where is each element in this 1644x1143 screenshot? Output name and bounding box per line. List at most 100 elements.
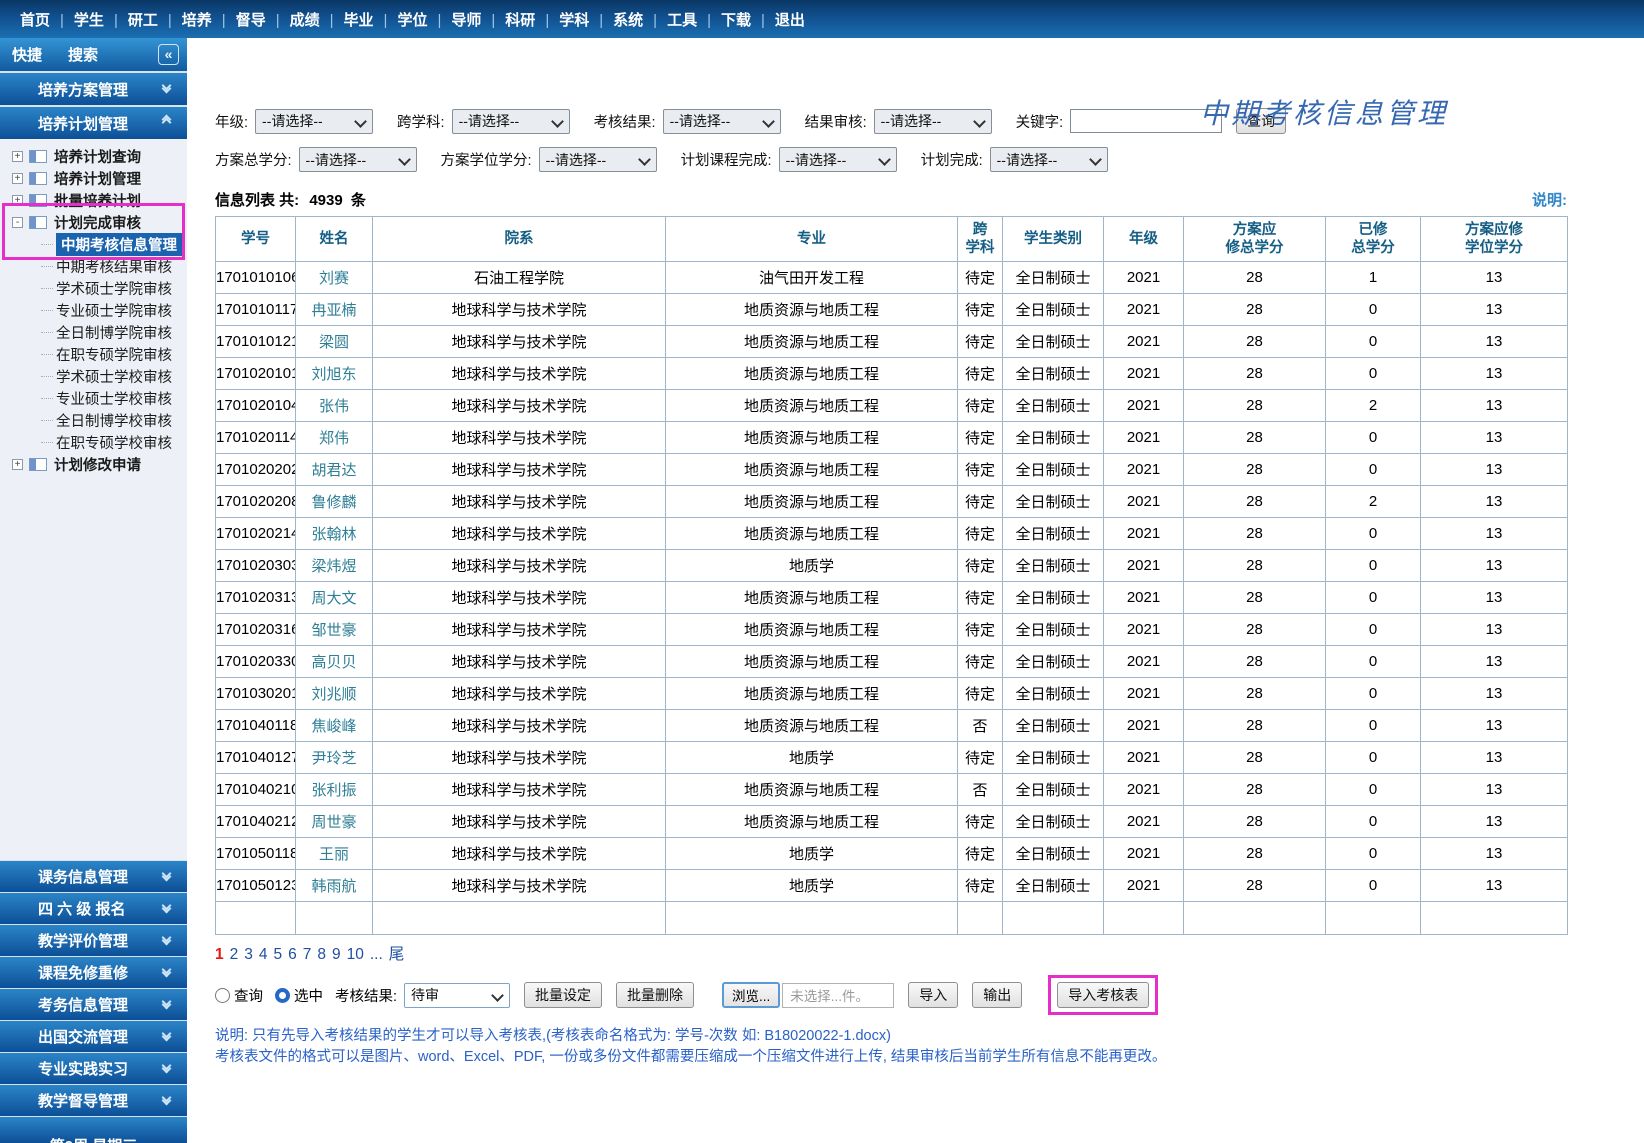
- filter-select-control[interactable]: --请选择--: [874, 109, 992, 134]
- column-header[interactable]: 院系: [373, 217, 666, 262]
- nav-item-10[interactable]: 科研: [499, 12, 541, 29]
- expand-icon[interactable]: +: [12, 173, 23, 184]
- cell-name[interactable]: 刘赛: [296, 262, 373, 294]
- nav-item-1[interactable]: 首页: [14, 12, 56, 29]
- tree-item-培养计划管理[interactable]: +培养计划管理: [0, 168, 187, 189]
- tree-item-批量培养计划[interactable]: +批量培养计划: [0, 190, 187, 211]
- expand-icon[interactable]: +: [12, 195, 23, 206]
- page-link-2[interactable]: 2: [230, 946, 239, 963]
- cell-name[interactable]: 张伟: [296, 390, 373, 422]
- batch-delete-button[interactable]: 批量删除: [616, 982, 694, 1008]
- page-link-5[interactable]: 5: [274, 946, 283, 963]
- cell-name[interactable]: 鲁修麟: [296, 486, 373, 518]
- cell-name[interactable]: 高贝贝: [296, 646, 373, 678]
- sidebar-collapse-icon[interactable]: «: [158, 44, 179, 65]
- tree-item-全日制博学院审核[interactable]: 全日制博学院审核: [0, 322, 187, 343]
- nav-item-14[interactable]: 下载: [715, 12, 757, 29]
- column-header[interactable]: 学号: [216, 217, 296, 262]
- filter-select-control[interactable]: --请选择--: [539, 147, 657, 172]
- tree-item-中期考核信息管理[interactable]: 中期考核信息管理: [0, 234, 187, 255]
- import-assessment-form-button[interactable]: 导入考核表: [1057, 982, 1149, 1008]
- tree-item-培养计划查询[interactable]: +培养计划查询: [0, 146, 187, 167]
- page-link-4[interactable]: 4: [259, 946, 268, 963]
- nav-item-4[interactable]: 培养: [176, 12, 218, 29]
- cell-name[interactable]: 刘旭东: [296, 358, 373, 390]
- page-link-10[interactable]: 10: [347, 946, 364, 963]
- filter-select-control[interactable]: --请选择--: [990, 147, 1108, 172]
- column-header[interactable]: 跨 学科: [958, 217, 1003, 262]
- nav-item-8[interactable]: 学位: [391, 12, 433, 29]
- sidebar-section-plan-mgmt[interactable]: 培养计划管理: [0, 107, 187, 139]
- tree-item-专业硕士学校审核[interactable]: 专业硕士学校审核: [0, 388, 187, 409]
- batch-set-button[interactable]: 批量设定: [524, 982, 602, 1008]
- nav-item-12[interactable]: 系统: [607, 12, 649, 29]
- column-header[interactable]: 年级: [1104, 217, 1184, 262]
- tree-item-计划完成审核[interactable]: -计划完成审核: [0, 212, 187, 233]
- radio-selected-label[interactable]: 选中: [294, 985, 323, 1006]
- nav-item-9[interactable]: 导师: [445, 12, 487, 29]
- help-link[interactable]: 说明:: [1532, 189, 1567, 210]
- column-header[interactable]: 专业: [666, 217, 958, 262]
- cell-name[interactable]: 韩雨航: [296, 870, 373, 902]
- radio-query[interactable]: [215, 988, 230, 1003]
- page-link-1[interactable]: 1: [215, 946, 224, 963]
- cell-name[interactable]: 胡君达: [296, 454, 373, 486]
- page-link-6[interactable]: 6: [288, 946, 297, 963]
- nav-item-5[interactable]: 督导: [230, 12, 272, 29]
- column-header[interactable]: 方案应 修总学分: [1184, 217, 1326, 262]
- cell-name[interactable]: 郑伟: [296, 422, 373, 454]
- cell-name[interactable]: 王丽: [296, 838, 373, 870]
- page-link-7[interactable]: 7: [303, 946, 312, 963]
- filter-select-control[interactable]: --请选择--: [663, 109, 781, 134]
- cell-name[interactable]: 刘兆顺: [296, 678, 373, 710]
- cell-name[interactable]: 邹世豪: [296, 614, 373, 646]
- cell-name[interactable]: 周大文: [296, 582, 373, 614]
- sidebar-section-四 六 级 报名[interactable]: 四 六 级 报名: [0, 893, 187, 924]
- nav-item-7[interactable]: 毕业: [338, 12, 380, 29]
- browse-button[interactable]: 浏览...: [722, 982, 780, 1008]
- radio-selected[interactable]: [275, 988, 290, 1003]
- sidebar-section-出国交流管理[interactable]: 出国交流管理: [0, 1021, 187, 1052]
- sidebar-section-考务信息管理[interactable]: 考务信息管理: [0, 989, 187, 1020]
- result-select-control[interactable]: 待审: [404, 983, 510, 1008]
- collapse-icon[interactable]: -: [12, 217, 23, 228]
- cell-name[interactable]: 张利振: [296, 774, 373, 806]
- cell-name[interactable]: 周世豪: [296, 806, 373, 838]
- nav-item-3[interactable]: 研工: [122, 12, 164, 29]
- filter-select-control[interactable]: --请选择--: [255, 109, 373, 134]
- page-link-9[interactable]: 9: [332, 946, 341, 963]
- nav-item-15[interactable]: 退出: [769, 12, 811, 29]
- sidebar-section-教学督导管理[interactable]: 教学督导管理: [0, 1085, 187, 1116]
- cell-name[interactable]: 梁圆: [296, 326, 373, 358]
- radio-query-label[interactable]: 查询: [234, 985, 263, 1006]
- filter-select-control[interactable]: --请选择--: [452, 109, 570, 134]
- cell-name[interactable]: 冉亚楠: [296, 294, 373, 326]
- search-label[interactable]: 搜索: [68, 44, 98, 65]
- export-button[interactable]: 输出: [972, 982, 1022, 1008]
- page-link-3[interactable]: 3: [244, 946, 253, 963]
- tree-item-全日制博学校审核[interactable]: 全日制博学校审核: [0, 410, 187, 431]
- expand-icon[interactable]: +: [12, 151, 23, 162]
- sidebar-section-课务信息管理[interactable]: 课务信息管理: [0, 861, 187, 892]
- quick-label[interactable]: 快捷: [12, 44, 42, 65]
- tree-item-学术硕士学校审核[interactable]: 学术硕士学校审核: [0, 366, 187, 387]
- cell-name[interactable]: 焦峻峰: [296, 710, 373, 742]
- tree-item-在职专硕学院审核[interactable]: 在职专硕学院审核: [0, 344, 187, 365]
- tree-item-专业硕士学院审核[interactable]: 专业硕士学院审核: [0, 300, 187, 321]
- page-link-8[interactable]: 8: [317, 946, 326, 963]
- cell-name[interactable]: 尹玲芝: [296, 742, 373, 774]
- tree-item-学术硕士学院审核[interactable]: 学术硕士学院审核: [0, 278, 187, 299]
- import-button[interactable]: 导入: [908, 982, 958, 1008]
- page-link-last[interactable]: 尾: [389, 946, 405, 963]
- column-header[interactable]: 方案应修 学位学分: [1421, 217, 1568, 262]
- nav-item-2[interactable]: 学生: [68, 12, 110, 29]
- expand-icon[interactable]: +: [12, 459, 23, 470]
- column-header[interactable]: 学生类别: [1003, 217, 1104, 262]
- tree-item-中期考核结果审核[interactable]: 中期考核结果审核: [0, 256, 187, 277]
- cell-name[interactable]: 张翰林: [296, 518, 373, 550]
- tree-item-在职专硕学校审核[interactable]: 在职专硕学校审核: [0, 432, 187, 453]
- nav-item-13[interactable]: 工具: [661, 12, 703, 29]
- nav-item-6[interactable]: 成绩: [284, 12, 326, 29]
- filter-select-control[interactable]: --请选择--: [299, 147, 417, 172]
- column-header[interactable]: 姓名: [296, 217, 373, 262]
